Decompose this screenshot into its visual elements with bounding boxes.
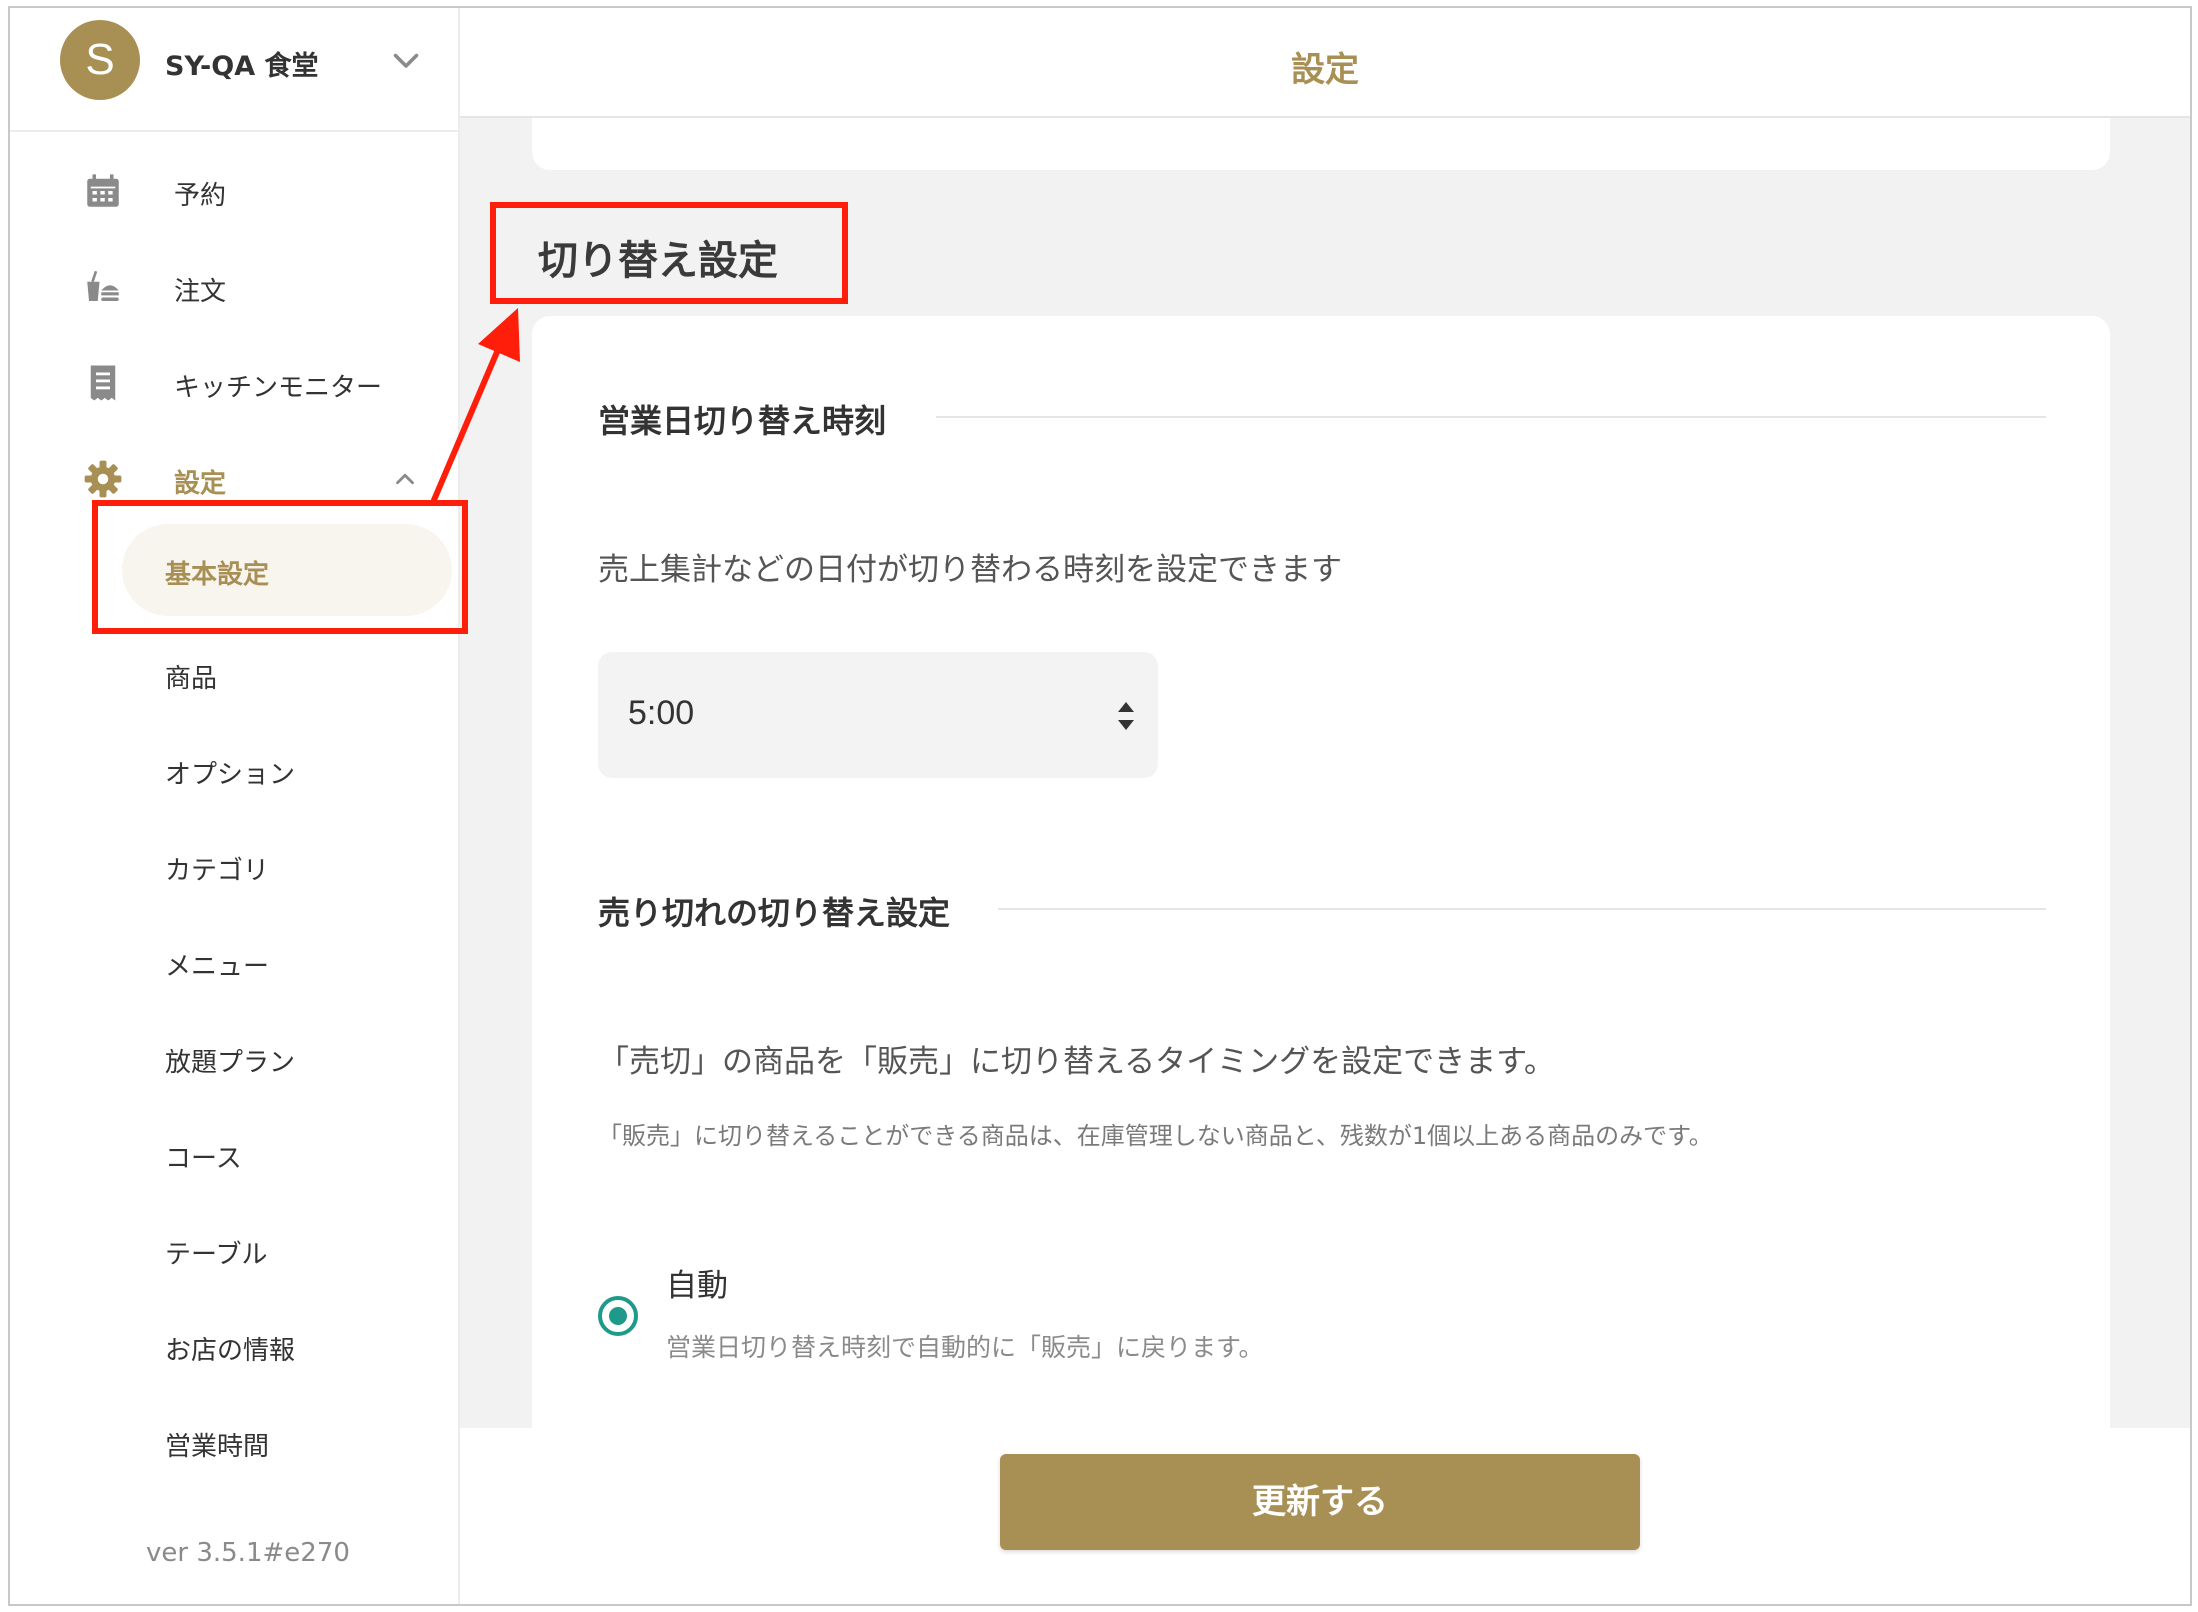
- update-button[interactable]: 更新する: [1000, 1454, 1640, 1550]
- store-name: SY-QA 食堂: [165, 51, 319, 82]
- sidebar-subitem-label: お店の情報: [165, 1336, 296, 1366]
- soldout-note: 「販売」に切り替えることができる商品は、在庫管理しない商品と、残数が1個以上ある…: [598, 1122, 1713, 1150]
- receipt-icon: [90, 365, 116, 401]
- sidebar-subitem-label: 商品: [165, 664, 218, 694]
- soldout-heading: 売り切れの切り替え設定: [598, 894, 951, 932]
- chevron-up-icon[interactable]: [390, 464, 420, 494]
- store-avatar: S: [60, 20, 140, 100]
- sidebar-item-label: 設定: [174, 469, 227, 499]
- divider: [936, 416, 2046, 418]
- annotation-box-sidebar: [92, 500, 468, 634]
- sidebar-item-order[interactable]: 注文: [10, 252, 460, 322]
- store-switcher[interactable]: S SY-QA 食堂: [10, 8, 458, 132]
- sidebar-subitem-label: テーブル: [165, 1240, 268, 1270]
- sidebar-subitem-options[interactable]: オプション: [10, 734, 460, 804]
- sidebar-subitem-store-info[interactable]: お店の情報: [10, 1310, 460, 1380]
- app-version: ver 3.5.1#e270: [146, 1538, 350, 1568]
- previous-card: [532, 118, 2110, 170]
- chevron-down-icon[interactable]: [388, 42, 424, 78]
- sidebar-subitem-label: コース: [165, 1144, 242, 1174]
- sidebar-subitem-categories[interactable]: カテゴリ: [10, 830, 460, 900]
- sidebar-item-label: 予約: [174, 181, 227, 211]
- business-day-time-select[interactable]: 5:00: [598, 652, 1158, 778]
- top-bar: 設定: [460, 8, 2190, 118]
- divider: [998, 908, 2046, 910]
- sidebar-subitem-label: メニュー: [165, 952, 270, 982]
- switch-settings-card: 営業日切り替え時刻 売上集計などの日付が切り替わる時刻を設定できます 5:00 …: [532, 316, 2110, 1456]
- sidebar-subitem-all-you-can-plans[interactable]: 放題プラン: [10, 1022, 460, 1092]
- sidebar-item-kitchen-monitor[interactable]: キッチンモニター: [10, 348, 460, 418]
- sidebar-subitem-label: 放題プラン: [165, 1048, 296, 1078]
- sidebar-item-label: キッチンモニター: [174, 373, 383, 403]
- business-day-description: 売上集計などの日付が切り替わる時刻を設定できます: [598, 552, 1342, 588]
- sidebar-subitem-label: カテゴリ: [165, 856, 270, 886]
- auto-radio-description: 営業日切り替え時刻で自動的に「販売」に戻ります。: [666, 1333, 1264, 1362]
- sidebar-subitem-label: 営業時間: [165, 1432, 270, 1462]
- page-title: 設定: [1291, 50, 1359, 90]
- sidebar: S SY-QA 食堂 予約 注文 キッチンモニター 設定 基本設定 商品 オプシ…: [10, 8, 460, 1604]
- annotation-box-section: [490, 202, 848, 304]
- sidebar-subitem-products[interactable]: 商品: [10, 638, 460, 708]
- soldout-description: 「売切」の商品を「販売」に切り替えるタイミングを設定できます。: [598, 1044, 1555, 1080]
- sidebar-item-label: 注文: [174, 277, 227, 307]
- business-day-heading: 営業日切り替え時刻: [598, 402, 887, 440]
- auto-radio[interactable]: [598, 1296, 638, 1336]
- sidebar-subitem-menu[interactable]: メニュー: [10, 926, 460, 996]
- sidebar-subitem-business-hours[interactable]: 営業時間: [10, 1406, 460, 1476]
- calendar-icon: [87, 174, 119, 207]
- sidebar-subitem-courses[interactable]: コース: [10, 1118, 460, 1188]
- takeout-food-icon: [87, 270, 119, 301]
- auto-radio-label[interactable]: 自動: [666, 1260, 728, 1305]
- updown-arrows-icon: [1118, 702, 1134, 730]
- sidebar-item-reservation[interactable]: 予約: [10, 156, 460, 226]
- sidebar-subitem-label: オプション: [165, 760, 296, 790]
- time-value: 5:00: [628, 694, 695, 732]
- app-window: S SY-QA 食堂 予約 注文 キッチンモニター 設定 基本設定 商品 オプシ…: [8, 6, 2192, 1606]
- gear-icon: [84, 460, 122, 498]
- sidebar-subitem-tables[interactable]: テーブル: [10, 1214, 460, 1284]
